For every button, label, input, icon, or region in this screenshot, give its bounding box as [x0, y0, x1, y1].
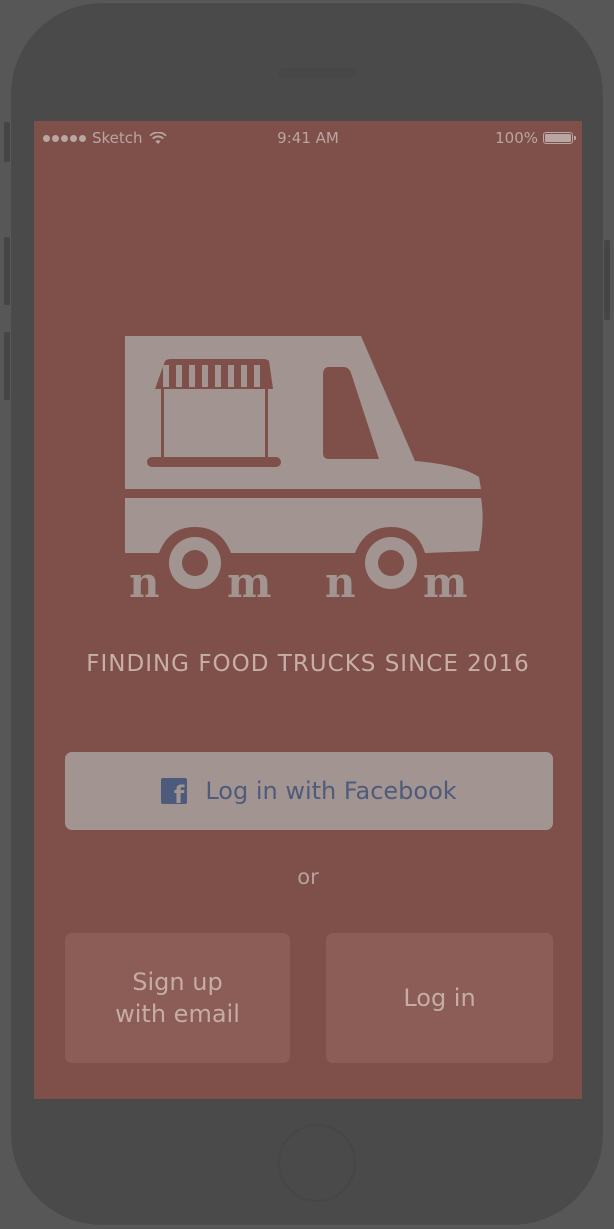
mute-switch [4, 122, 10, 162]
tagline: FINDING FOOD TRUCKS SINCE 2016 [86, 651, 530, 677]
home-button[interactable] [278, 1124, 356, 1202]
battery-icon [543, 132, 576, 144]
wordmark-m-left: m [227, 558, 271, 607]
facebook-icon: f [161, 778, 188, 807]
or-separator: or [297, 865, 319, 889]
nom-nom-logo: n m n m [125, 336, 483, 607]
phone-speaker [278, 68, 356, 78]
status-right: 100% [495, 129, 576, 147]
status-bar: Sketch 9:41 AM 100% [34, 121, 582, 153]
login-screen: Sketch 9:41 AM 100% n m n m FINDING FOOD… [34, 121, 582, 1099]
wordmark-n-right: n [325, 558, 356, 607]
signup-label-line2: with email [115, 1000, 240, 1028]
signup-label: Sign up with email [115, 966, 240, 1030]
battery-percent: 100% [495, 129, 538, 147]
volume-up-button [4, 237, 10, 305]
login-label: Log in [403, 984, 476, 1012]
volume-down-button [4, 332, 10, 400]
login-button[interactable]: Log in [326, 933, 553, 1063]
power-button [604, 240, 610, 320]
signup-label-line1: Sign up [132, 968, 223, 996]
signup-email-button[interactable]: Sign up with email [65, 933, 290, 1063]
wordmark-m-right: m [423, 558, 467, 607]
facebook-login-button[interactable]: f Log in with Facebook [65, 752, 553, 830]
wordmark-n-left: n [129, 558, 160, 607]
facebook-login-label: Log in with Facebook [205, 777, 457, 805]
